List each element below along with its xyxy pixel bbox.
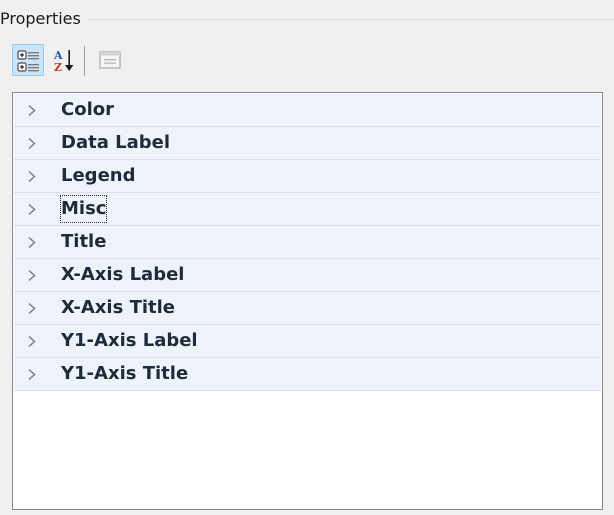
chevron-right-icon[interactable] (27, 269, 37, 282)
category-row-y1-axis-title[interactable]: Y1-Axis Title (14, 358, 601, 391)
category-row-legend[interactable]: Legend (14, 160, 601, 193)
chevron-right-icon[interactable] (27, 335, 37, 348)
toolbar-separator (84, 46, 85, 76)
category-row-title[interactable]: Title (14, 226, 601, 259)
chevron-right-icon[interactable] (27, 302, 37, 315)
categorized-button[interactable] (12, 44, 44, 76)
properties-window: Properties A Z Color Data Label Legend M… (0, 0, 614, 515)
chevron-right-icon[interactable] (27, 203, 37, 216)
properties-toolbar: A Z (12, 44, 572, 80)
category-label: Data Label (61, 132, 170, 153)
category-row-misc[interactable]: Misc (14, 193, 601, 226)
property-grid: Color Data Label Legend Misc Title X-Axi… (12, 92, 603, 510)
property-pages-icon (99, 51, 121, 69)
chevron-right-icon[interactable] (27, 104, 37, 117)
chevron-right-icon[interactable] (27, 137, 37, 150)
chevron-right-icon[interactable] (27, 368, 37, 381)
sort-alphabetical-icon: A Z (53, 49, 74, 73)
category-label: Legend (61, 165, 136, 186)
category-label: Misc (58, 193, 109, 225)
categorized-icon (17, 50, 39, 72)
category-row-y1-axis-label[interactable]: Y1-Axis Label (14, 325, 601, 358)
properties-title: Properties (0, 6, 87, 32)
alphabetical-button[interactable]: A Z (48, 44, 80, 76)
category-row-color[interactable]: Color (14, 94, 601, 127)
svg-text:Z: Z (54, 61, 62, 73)
category-label: Y1-Axis Title (61, 363, 189, 384)
properties-group-header: Properties (0, 6, 614, 32)
chevron-right-icon[interactable] (27, 236, 37, 249)
group-divider (0, 19, 614, 20)
category-label: X-Axis Title (61, 297, 176, 318)
category-label: X-Axis Label (61, 264, 185, 285)
category-row-x-axis-title[interactable]: X-Axis Title (14, 292, 601, 325)
property-pages-button[interactable] (94, 44, 126, 76)
category-label: Color (61, 99, 114, 120)
category-row-x-axis-label[interactable]: X-Axis Label (14, 259, 601, 292)
category-row-data-label[interactable]: Data Label (14, 127, 601, 160)
category-label: Y1-Axis Label (61, 330, 198, 351)
chevron-right-icon[interactable] (27, 170, 37, 183)
category-label: Title (61, 231, 107, 252)
